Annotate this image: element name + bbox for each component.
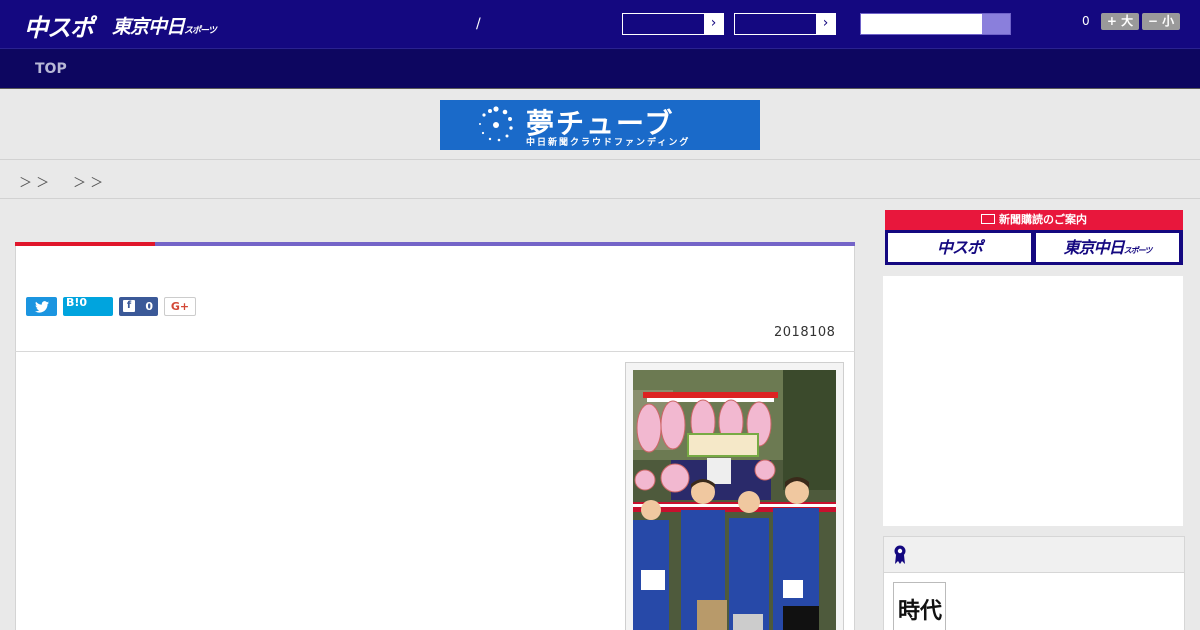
ranking-box: 時代: [883, 536, 1185, 630]
breadcrumb-separator: ＞ ＞: [73, 176, 104, 191]
banner-subtitle: 中日新聞クラウドファンディング: [526, 138, 691, 148]
search-button[interactable]: [982, 14, 1010, 34]
facebook-icon: f: [123, 300, 135, 312]
subscription-buttons: 中スポ 東京中日スポーツ: [885, 230, 1183, 265]
nav-item-top[interactable]: TOP: [35, 61, 67, 77]
subscribe-tokyo-chunichi-button[interactable]: 東京中日スポーツ: [1036, 233, 1179, 262]
category-select-1-box: [623, 14, 704, 34]
font-smaller-button[interactable]: − 小: [1142, 13, 1180, 30]
ranking-header: [884, 537, 1184, 573]
category-select-2-box: [735, 14, 816, 34]
article-date: 2018108: [774, 325, 836, 340]
tokyo-chunichi-logo-text: 東京中日: [112, 16, 185, 38]
tokyo-chunichi-logo-small: スポーツ: [184, 26, 217, 36]
dots-logo-icon: [479, 106, 513, 142]
chevron-right-icon: ›: [822, 15, 829, 31]
google-plus-button[interactable]: G+: [164, 297, 196, 316]
category-select-1[interactable]: ›: [622, 13, 724, 35]
subscription-title-text: 新聞購読のご案内: [999, 213, 1087, 226]
breadcrumb-separator: ＞ ＞: [19, 176, 50, 191]
site-header: 中スポ 東京中日スポーツ / › › 0 + 大 − 小: [0, 0, 1200, 48]
article-divider: [15, 351, 855, 352]
ranking-ribbon-icon: [894, 545, 906, 564]
newspaper-icon: [981, 214, 995, 224]
hatena-bookmark-button[interactable]: B!0: [63, 297, 113, 316]
twitter-bird-icon: [34, 301, 49, 313]
facebook-count: 0: [145, 300, 153, 313]
ranking-thumbnail[interactable]: 時代: [893, 582, 946, 630]
subscribe-chuspo-button[interactable]: 中スポ: [888, 233, 1031, 262]
sidebar-ad[interactable]: [883, 276, 1183, 526]
chevron-right-icon: ›: [710, 15, 717, 31]
banner-area: 夢チューブ 中日新聞クラウドファンディング: [0, 90, 1200, 160]
font-size-count: 0: [1082, 14, 1090, 28]
twitter-share-button[interactable]: [26, 297, 57, 316]
header-separator: /: [476, 16, 481, 32]
festival-photo-image: [633, 370, 836, 630]
tokyo-chunichi-logo[interactable]: 東京中日スポーツ: [112, 12, 217, 39]
search-box: [860, 13, 1011, 35]
article-accent-purple: [155, 242, 855, 246]
facebook-share-button[interactable]: f 0: [119, 297, 158, 316]
chuspo-logo[interactable]: 中スポ: [24, 8, 94, 43]
subscribe-tokyo-chunichi-small: スポーツ: [1123, 246, 1153, 255]
breadcrumb: ＞ ＞ ＞ ＞: [0, 161, 1200, 199]
category-select-2[interactable]: ›: [734, 13, 836, 35]
yume-tube-banner[interactable]: 夢チューブ 中日新聞クラウドファンディング: [440, 100, 760, 150]
font-larger-button[interactable]: + 大: [1101, 13, 1139, 30]
subscription-title[interactable]: 新聞購読のご案内: [885, 210, 1183, 230]
main-nav: TOP: [0, 48, 1200, 89]
ranking-thumbnail-text: 時代: [898, 598, 943, 624]
article-photo[interactable]: [633, 370, 836, 630]
search-input[interactable]: [861, 14, 981, 34]
subscription-box: 新聞購読のご案内 中スポ 東京中日スポーツ: [885, 210, 1183, 265]
subscribe-tokyo-chunichi-text: 東京中日: [1063, 238, 1125, 257]
article-accent-red: [15, 242, 155, 246]
